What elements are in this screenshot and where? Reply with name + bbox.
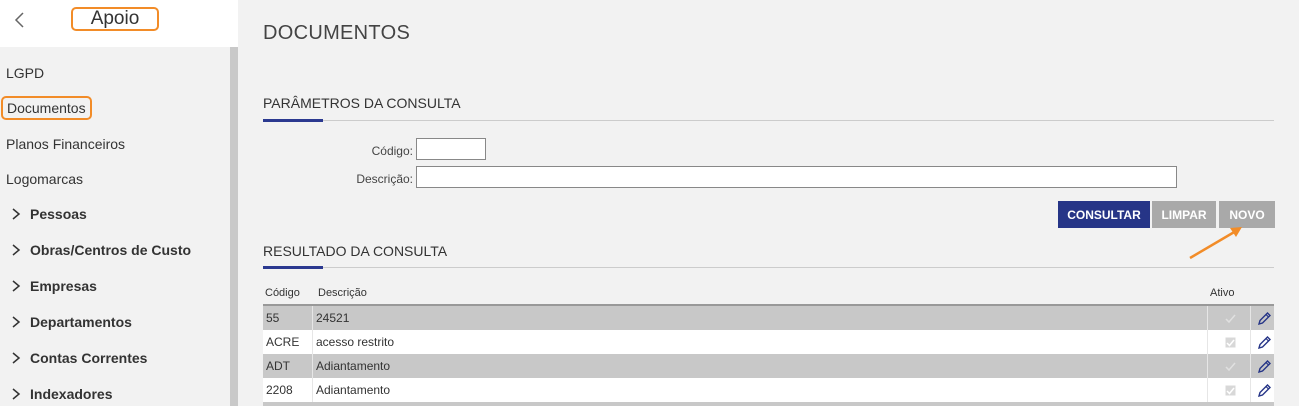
cell-descricao: Adiantamento [313,354,1208,378]
cell-codigo: ADT [263,354,313,378]
chevron-right-icon [12,208,21,220]
table-row[interactable]: ACRE acesso restrito [263,330,1274,354]
descricao-input[interactable] [416,166,1177,188]
codigo-input[interactable] [416,138,486,160]
sidebar-group-indexadores[interactable]: Indexadores [10,386,112,402]
sidebar-group-departamentos[interactable]: Departamentos [10,314,132,330]
chevron-left-icon[interactable] [10,10,30,30]
divider [263,267,1274,268]
sidebar-group-empresas[interactable]: Empresas [10,278,97,294]
col-ativo[interactable]: Ativo [1210,287,1234,299]
descricao-label: Descrição: [356,172,413,186]
col-descricao[interactable]: Descrição [318,287,367,299]
cell-ativo [1208,354,1250,378]
sidebar-item-lgpd[interactable]: LGPD [6,65,44,81]
params-section-title: PARÂMETROS DA CONSULTA [263,95,461,111]
cell-ativo [1208,306,1250,330]
cell-edit [1250,330,1274,354]
cell-descricao: 24521 [313,306,1208,330]
pencil-icon[interactable] [1257,359,1272,374]
cell-descricao: acesso restrito [313,330,1208,354]
sidebar-group-label: Pessoas [30,206,87,222]
pencil-icon[interactable] [1257,335,1272,350]
section-accent [263,119,323,122]
annotation-arrow-icon [1189,227,1242,260]
check-icon [1225,385,1236,395]
cell-codigo: 55 [263,306,313,330]
chevron-right-icon [12,280,21,292]
table-header: Código Descrição Ativo [263,285,1274,305]
consultar-button[interactable]: CONSULTAR [1058,201,1150,228]
sidebar-group-label: Empresas [30,278,97,294]
cell-descricao: Adiantamento [313,378,1208,402]
chevron-right-icon [12,316,21,328]
table-row-partial [263,402,1274,406]
check-icon [1225,314,1236,323]
chevron-right-icon [12,244,21,256]
cell-edit [1250,378,1274,402]
sidebar-header: Apoio [0,0,238,47]
sidebar-item-planos-financeiros[interactable]: Planos Financeiros [6,136,125,152]
sidebar-group-obras[interactable]: Obras/Centros de Custo [10,242,191,258]
sidebar-scrollbar[interactable] [230,47,238,406]
page-title: DOCUMENTOS [263,22,411,44]
table-row[interactable]: 2208 Adiantamento [263,378,1274,402]
sidebar-group-label: Obras/Centros de Custo [30,242,192,258]
cell-ativo [1208,330,1250,354]
cell-codigo: 2208 [263,378,313,402]
table-row[interactable]: ADT Adiantamento [263,354,1274,378]
codigo-label: Código: [371,144,413,158]
chevron-right-icon [12,388,21,400]
sidebar-item-logomarcas[interactable]: Logomarcas [6,171,83,187]
sidebar-group-label: Indexadores [30,386,113,402]
divider [263,120,1274,121]
check-icon [1225,362,1236,371]
sidebar-group-pessoas[interactable]: Pessoas [10,206,87,222]
cell-ativo [1208,378,1250,402]
cell-edit [1250,306,1274,330]
chevron-right-icon [12,352,21,364]
pencil-icon[interactable] [1257,311,1272,326]
sidebar-item-documentos[interactable]: Documentos [1,96,92,120]
pencil-icon[interactable] [1257,383,1272,398]
table-row[interactable]: 55 24521 [263,306,1274,330]
sidebar-group-label: Departamentos [30,314,132,330]
section-accent [263,266,323,269]
results-section-title: RESULTADO DA CONSULTA [263,243,448,259]
cell-codigo: ACRE [263,330,313,354]
check-icon [1225,337,1236,347]
col-codigo[interactable]: Código [265,287,300,299]
cell-edit [1250,354,1274,378]
sidebar-group-contas-correntes[interactable]: Contas Correntes [10,350,147,366]
sidebar-title: Apoio [71,7,159,31]
sidebar: Apoio LGPD Documentos Planos Financeiros… [0,0,238,406]
sidebar-group-label: Contas Correntes [30,350,148,366]
